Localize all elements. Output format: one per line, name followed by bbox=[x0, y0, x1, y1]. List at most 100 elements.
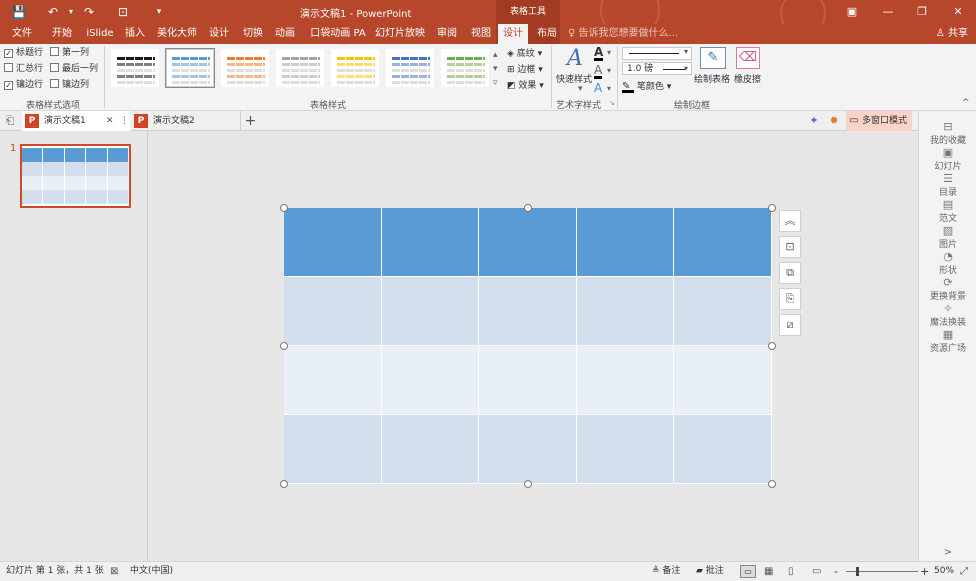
resize-handle[interactable] bbox=[524, 204, 532, 212]
table-header-cell[interactable] bbox=[284, 208, 382, 277]
quick-styles-icon[interactable]: A bbox=[560, 46, 590, 71]
normal-view-icon[interactable]: ▭ bbox=[740, 565, 756, 578]
tab-animations[interactable]: 动画 bbox=[270, 24, 300, 44]
table-header-cell[interactable] bbox=[674, 208, 772, 277]
slide-table[interactable] bbox=[284, 208, 772, 484]
tab-file[interactable]: 文件 bbox=[6, 24, 38, 44]
table-style-option[interactable] bbox=[330, 48, 380, 88]
notes-button[interactable]: ≜ 备注 bbox=[652, 562, 680, 581]
header-row-checkbox[interactable]: ✓ 标题行 bbox=[4, 47, 43, 59]
last-column-checkbox[interactable]: 最后一列 bbox=[50, 63, 98, 75]
table-cell[interactable] bbox=[284, 415, 382, 484]
slide-thumbnail[interactable] bbox=[20, 144, 131, 208]
slideshow-view-icon[interactable]: ▭ bbox=[812, 562, 821, 581]
zoom-slider-thumb[interactable] bbox=[856, 567, 859, 576]
side-item-templates[interactable]: ▤ 范文 bbox=[919, 199, 976, 225]
fit-to-window-icon[interactable]: ⤢ bbox=[960, 562, 968, 581]
side-item-resource-plaza[interactable]: ▦ 资源广场 bbox=[919, 329, 976, 355]
tab-table-layout[interactable]: 布局 bbox=[532, 24, 562, 44]
side-item-change-background[interactable]: ⟳ 更换背景 bbox=[919, 277, 976, 303]
maximize-icon[interactable]: ❐ bbox=[910, 3, 934, 21]
tab-view[interactable]: 视图 bbox=[466, 24, 496, 44]
table-header-cell[interactable] bbox=[381, 208, 480, 277]
share-button[interactable]: ♙ 共享 bbox=[936, 26, 968, 42]
document-list-icon[interactable]: ⎗ bbox=[0, 111, 20, 131]
gallery-scroll-down-icon[interactable]: ▾ bbox=[493, 64, 498, 74]
comments-button[interactable]: ▰ 批注 bbox=[696, 562, 724, 581]
bring-forward-icon[interactable]: ⧉ bbox=[779, 262, 801, 284]
theme-icon[interactable]: ✦ bbox=[804, 111, 824, 131]
table-style-option[interactable] bbox=[110, 48, 160, 88]
tab-islide[interactable]: iSlide bbox=[84, 24, 116, 44]
tab-slide-show[interactable]: 幻灯片放映 bbox=[374, 24, 426, 44]
resize-handle[interactable] bbox=[280, 204, 288, 212]
table-style-option[interactable] bbox=[440, 48, 490, 88]
table-cell[interactable] bbox=[284, 346, 382, 415]
table-cell[interactable] bbox=[381, 277, 480, 346]
resize-handle[interactable] bbox=[280, 480, 288, 488]
table-cell[interactable] bbox=[674, 277, 772, 346]
table-cell[interactable] bbox=[674, 415, 772, 484]
spell-check-icon[interactable]: ⊠ bbox=[110, 562, 118, 581]
expand-pane-icon[interactable]: > bbox=[919, 547, 976, 558]
banded-rows-checkbox[interactable]: ✓ 镶边行 bbox=[4, 79, 43, 91]
pen-style-dropdown[interactable]: ▾ bbox=[622, 47, 692, 60]
settings-gear-icon[interactable]: ✹ bbox=[824, 111, 844, 131]
redo-icon[interactable]: ↷ bbox=[80, 3, 98, 21]
side-item-shapes[interactable]: ◔ 形状 bbox=[919, 251, 976, 277]
tab-insert[interactable]: 插入 bbox=[120, 24, 150, 44]
table-cell[interactable] bbox=[479, 277, 577, 346]
side-item-slides[interactable]: ▣ 幻灯片 bbox=[919, 147, 976, 173]
text-effects-dropdown-icon[interactable]: ▾ bbox=[607, 84, 611, 93]
zoom-out-button[interactable]: - bbox=[834, 562, 838, 581]
text-fill-dropdown-icon[interactable]: ▾ bbox=[607, 48, 611, 57]
draw-table-button[interactable]: 绘制表格 bbox=[694, 72, 730, 85]
customize-qat-icon[interactable]: ▾ bbox=[150, 3, 168, 21]
tab-menu-icon[interactable]: ⋮ bbox=[120, 111, 129, 131]
minimize-icon[interactable]: — bbox=[876, 3, 900, 21]
tab-review[interactable]: 审阅 bbox=[432, 24, 462, 44]
tell-me-search[interactable]: ♀ 告诉我您想要做什么... bbox=[568, 24, 678, 44]
borders-button[interactable]: ⊞ 边框 ▾ bbox=[507, 62, 543, 75]
tab-design[interactable]: 设计 bbox=[204, 24, 234, 44]
table-cell[interactable] bbox=[576, 277, 675, 346]
save-icon[interactable]: 💾 bbox=[10, 3, 28, 21]
doc-tab-1[interactable]: P 演示文稿1 ✕ ⋮ bbox=[22, 111, 130, 131]
resize-handle[interactable] bbox=[524, 480, 532, 488]
table-header-cell[interactable] bbox=[479, 208, 577, 277]
table-cell[interactable] bbox=[479, 415, 577, 484]
table-cell[interactable] bbox=[381, 415, 480, 484]
pen-color-button[interactable]: ✎ 笔颜色 ▾ bbox=[622, 79, 671, 93]
present-from-start-icon[interactable]: ⊡ bbox=[114, 3, 132, 21]
gallery-scroll-up-icon[interactable]: ▴ bbox=[493, 50, 498, 60]
copy-format-icon[interactable]: ⎘ bbox=[779, 288, 801, 310]
resize-handle[interactable] bbox=[280, 342, 288, 350]
text-effects-icon[interactable]: A bbox=[594, 82, 602, 94]
collapse-toolbar-icon[interactable]: ︽ bbox=[779, 210, 801, 232]
quick-styles-dropdown-icon[interactable]: ▾ bbox=[578, 84, 583, 94]
text-outline-icon[interactable]: A bbox=[594, 64, 603, 79]
table-cell[interactable] bbox=[576, 346, 675, 415]
tab-table-design[interactable]: 设计 bbox=[498, 24, 528, 44]
wordart-dialog-launcher-icon[interactable]: ↘ bbox=[609, 99, 615, 107]
tab-transitions[interactable]: 切换 bbox=[238, 24, 268, 44]
reading-view-icon[interactable]: ▯ bbox=[788, 562, 794, 581]
total-row-checkbox[interactable]: 汇总行 bbox=[4, 63, 43, 75]
eraser-button[interactable]: 橡皮擦 bbox=[734, 72, 761, 85]
undo-icon[interactable]: ↶ bbox=[44, 3, 62, 21]
tab-beautify-master[interactable]: 美化大师 bbox=[154, 24, 200, 44]
table-header-cell[interactable] bbox=[576, 208, 675, 277]
new-tab-button[interactable]: + bbox=[240, 111, 260, 131]
close-tab-icon[interactable]: ✕ bbox=[106, 111, 114, 131]
text-fill-icon[interactable]: A bbox=[594, 46, 604, 61]
resize-handle[interactable] bbox=[768, 204, 776, 212]
table-style-option[interactable] bbox=[220, 48, 270, 88]
close-icon[interactable]: ✕ bbox=[946, 3, 970, 21]
collapse-ribbon-icon[interactable]: ^ bbox=[962, 98, 970, 108]
crop-icon[interactable]: ⧄ bbox=[779, 314, 801, 336]
layout-options-icon[interactable]: ⊡ bbox=[779, 236, 801, 258]
table-cell[interactable] bbox=[284, 277, 382, 346]
quick-styles-button[interactable]: 快速样式 bbox=[556, 72, 592, 85]
undo-dropdown-icon[interactable]: ▾ bbox=[62, 3, 80, 21]
gallery-more-icon[interactable]: ▿ bbox=[493, 78, 498, 88]
